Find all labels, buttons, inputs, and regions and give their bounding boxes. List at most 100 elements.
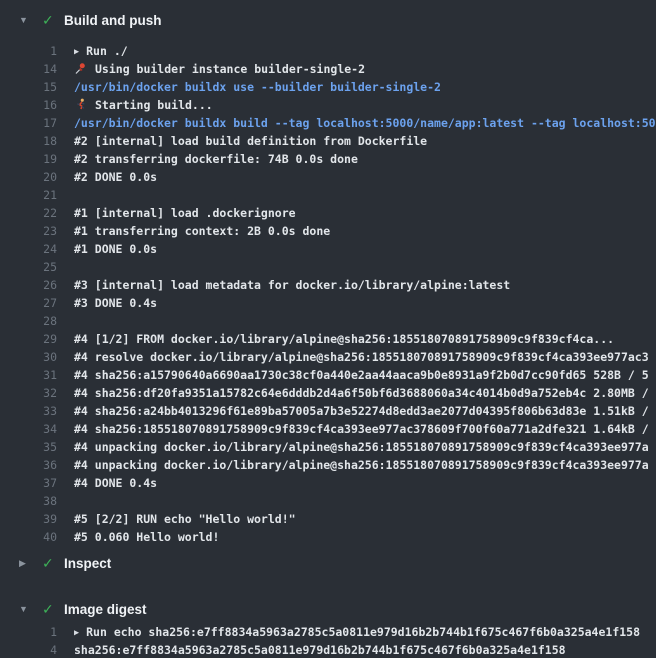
log-line: 40#5 0.060 Hello world! <box>0 528 656 546</box>
log-text-value: #4 resolve docker.io/library/alpine@sha2… <box>74 350 649 364</box>
log-line: 30 #4 resolve docker.io/library/alpine@sh… <box>0 348 656 366</box>
line-number[interactable]: 38 <box>0 494 57 508</box>
check-icon: ✓ <box>42 599 64 619</box>
line-number[interactable]: 1 <box>0 625 57 639</box>
log-text-value: #1 transferring context: 2B 0.0s done <box>74 224 330 238</box>
log-text-value: #5 [2/2] RUN echo "Hello world!" <box>74 512 296 526</box>
log-line: 22 #1 [internal] load .dockerignore <box>0 204 656 222</box>
line-number[interactable]: 39 <box>0 512 57 526</box>
log-text: #4 [1/2] FROM docker.io/library/alpine@s… <box>57 332 614 346</box>
line-number[interactable]: 35 <box>0 440 57 454</box>
section-title: Image digest <box>64 602 147 617</box>
line-number[interactable]: 37 <box>0 476 57 490</box>
log-sections: ▼✓Build and push1▶Run ./14Using builder … <box>0 0 656 658</box>
section-content-image-digest: 1 ▶ Run echo sha256:e7ff8834a5963a2785c5a0… <box>0 623 656 658</box>
section-title: Inspect <box>64 556 111 571</box>
line-number[interactable]: 16 <box>0 98 57 112</box>
log-text-value: #4 unpacking docker.io/library/alpine@sh… <box>74 440 649 454</box>
expand-arrow-icon[interactable]: ▶ <box>74 47 79 57</box>
log-text: #3 DONE 0.4s <box>57 296 157 310</box>
log-line: 1 ▶ Run echo sha256:e7ff8834a5963a2785c5a0… <box>0 623 656 641</box>
log-line: 18#2 [internal] load build definition fr… <box>0 132 656 150</box>
log-line: 31#4 sha256:a15790640a6690aa1730c38cf0a4… <box>0 366 656 384</box>
chevron-down-icon: ▼ <box>19 599 32 619</box>
line-number[interactable]: 30 <box>0 350 57 364</box>
log-text: #5 [2/2] RUN echo "Hello world!" <box>57 512 296 526</box>
log-line: 32 #4 sha256:df20fa9351a15782c64e6dddb2d4… <box>0 384 656 402</box>
line-number[interactable]: 32 <box>0 386 57 400</box>
line-number[interactable]: 19 <box>0 152 57 166</box>
line-number[interactable]: 22 <box>0 206 57 220</box>
line-number[interactable]: 26 <box>0 278 57 292</box>
line-number[interactable]: 18 <box>0 134 57 148</box>
log-text: #4 unpacking docker.io/library/alpine@sh… <box>57 458 649 472</box>
section-inspect: ▶✓Inspect <box>0 553 656 573</box>
log-line: 19 #2 transferring dockerfile: 74B 0.0s d… <box>0 150 656 168</box>
line-number[interactable]: 29 <box>0 332 57 346</box>
log-text-value: #2 DONE 0.0s <box>74 170 157 184</box>
log-text-value: Run ./ <box>86 44 128 58</box>
log-text: #4 sha256:185518070891758909c9f839cf4ca3… <box>57 422 649 436</box>
log-text-value: Using builder instance builder-single-2 <box>95 62 365 76</box>
line-number[interactable]: 24 <box>0 242 57 256</box>
line-number[interactable]: 33 <box>0 404 57 418</box>
section-header-build-and-push[interactable]: ▼✓Build and push <box>0 10 656 30</box>
line-number[interactable]: 27 <box>0 296 57 310</box>
log-line: 29 #4 [1/2] FROM docker.io/library/alpine… <box>0 330 656 348</box>
line-number[interactable]: 21 <box>0 188 57 202</box>
line-number[interactable]: 25 <box>0 260 57 274</box>
line-number[interactable]: 40 <box>0 530 57 544</box>
log-text: #1 DONE 0.0s <box>57 242 157 256</box>
runner-icon <box>74 98 87 111</box>
log-text: #2 [internal] load build definition from… <box>57 134 427 148</box>
line-number[interactable]: 31 <box>0 368 57 382</box>
log-text: #4 DONE 0.4s <box>57 476 157 490</box>
log-text-value: #4 [1/2] FROM docker.io/library/alpine@s… <box>74 332 614 346</box>
line-number[interactable]: 4 <box>0 643 57 657</box>
log-text-value: /usr/bin/docker buildx use --builder bui… <box>74 80 441 94</box>
log-text-value: Run echo sha256:e7ff8834a5963a2785c5a081… <box>86 625 640 639</box>
log-line: 37 #4 DONE 0.4s <box>0 474 656 492</box>
line-number[interactable]: 1 <box>0 44 57 58</box>
log-line: 25 <box>0 258 656 276</box>
check-icon: ✓ <box>42 10 64 30</box>
log-line: 16Starting build... <box>0 96 656 114</box>
log-text: #4 sha256:a15790640a6690aa1730c38cf0a440… <box>57 368 649 382</box>
log-line: 17/usr/bin/docker buildx build --tag loc… <box>0 114 656 132</box>
log-line: 28 <box>0 312 656 330</box>
log-text-value: sha256:e7ff8834a5963a2785c5a0811e979d16b… <box>74 643 566 657</box>
chevron-down-icon: ▼ <box>19 10 32 30</box>
line-number[interactable]: 15 <box>0 80 57 94</box>
actions-log-viewer: ▼✓Build and push1▶Run ./14Using builder … <box>0 0 656 658</box>
log-text-value: #2 transferring dockerfile: 74B 0.0s don… <box>74 152 358 166</box>
log-line: 21 <box>0 186 656 204</box>
log-text-value: #4 DONE 0.4s <box>74 476 157 490</box>
line-number[interactable]: 36 <box>0 458 57 472</box>
log-text-value: #1 DONE 0.0s <box>74 242 157 256</box>
chevron-right-icon: ▶ <box>19 553 32 573</box>
line-number[interactable]: 17 <box>0 116 57 130</box>
log-text-value: #4 sha256:df20fa9351a15782c64e6dddb2d4a6… <box>74 386 649 400</box>
line-number[interactable]: 23 <box>0 224 57 238</box>
log-command-text: /usr/bin/docker buildx use --builder bui… <box>57 80 441 94</box>
log-text: #4 unpacking docker.io/library/alpine@sh… <box>57 440 649 454</box>
section-header-image-digest[interactable]: ▼ ✓Image digest <box>0 599 656 619</box>
log-text-value: /usr/bin/docker buildx build --tag local… <box>74 116 656 130</box>
log-text-value: #4 sha256:185518070891758909c9f839cf4ca3… <box>74 422 649 436</box>
log-text: #1 transferring context: 2B 0.0s done <box>57 224 330 238</box>
log-text: #4 resolve docker.io/library/alpine@sha2… <box>57 350 649 364</box>
line-number[interactable]: 28 <box>0 314 57 328</box>
section-header-inspect[interactable]: ▶✓Inspect <box>0 553 656 573</box>
line-number[interactable]: 20 <box>0 170 57 184</box>
log-text-value: #4 unpacking docker.io/library/alpine@sh… <box>74 458 649 472</box>
log-text: #3 [internal] load metadata for docker.i… <box>57 278 510 292</box>
log-text-value: #1 [internal] load .dockerignore <box>74 206 296 220</box>
expand-arrow-icon[interactable]: ▶ <box>74 628 79 638</box>
line-number[interactable]: 34 <box>0 422 57 436</box>
line-number[interactable]: 14 <box>0 62 57 76</box>
log-line: 33#4 sha256:a24bb4013296f61e89ba57005a7b… <box>0 402 656 420</box>
log-line: 23 #1 transferring context: 2B 0.0s done <box>0 222 656 240</box>
log-line: 24 #1 DONE 0.0s <box>0 240 656 258</box>
log-text-value: #3 DONE 0.4s <box>74 296 157 310</box>
log-line: 34 #4 sha256:185518070891758909c9f839cf4c… <box>0 420 656 438</box>
